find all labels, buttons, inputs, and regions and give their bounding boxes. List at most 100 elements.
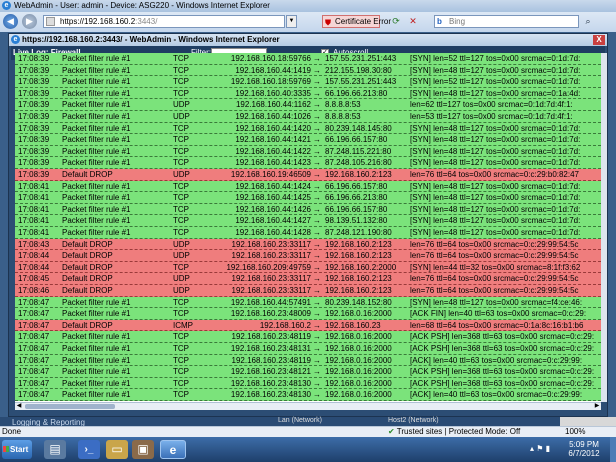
log-row-pass[interactable]: 17:08:39 Packet filter rule #1 TCP 192.168.… xyxy=(15,122,601,135)
log-row-pass[interactable]: 17:08:47 Packet filter rule #1 TCP 192.168.… xyxy=(15,354,601,367)
log-row-pass[interactable]: 17:08:41 Packet filter rule #1 TCP 192.168.… xyxy=(15,203,601,216)
log-cell-proto: UDP xyxy=(173,112,190,121)
arrow-icon: → xyxy=(313,135,321,145)
log-cell-info: [SYN] len=48 ttl=127 tos=0x00 srcmac=0:1… xyxy=(410,228,581,237)
log-cell-rule: Default DROP xyxy=(62,239,113,249)
log-cell-proto: UDP xyxy=(173,286,190,295)
vertical-scrollbar[interactable] xyxy=(601,53,607,402)
ie-logo-icon: e xyxy=(2,1,11,10)
log-row-pass[interactable]: 17:08:39 Packet filter rule #1 TCP 192.168.… xyxy=(15,134,601,146)
arrow-icon: → xyxy=(313,65,321,75)
log-row-drop[interactable]: 17:08:43 Default DROP UDP 192.168.160.23:33… xyxy=(15,238,601,251)
log-cell-rule: Default DROP xyxy=(62,274,113,284)
log-cell-info: len=76 ttl=64 tos=0x00 srcmac=0:c:29:b0:… xyxy=(410,170,580,179)
log-cell-dst: 192.168.160.2:123 xyxy=(325,251,392,261)
search-icon[interactable]: ⌕ xyxy=(581,15,595,28)
log-row-pass[interactable]: 17:08:39 Packet filter rule #1 TCP 192.168.… xyxy=(15,53,601,65)
horizontal-scrollbar[interactable]: ◀ ▶ xyxy=(15,402,601,410)
log-row-pass[interactable]: 17:08:41 Packet filter rule #1 TCP 192.168.… xyxy=(15,192,601,204)
internet-explorer-icon[interactable]: e xyxy=(160,440,186,459)
log-cell-time: 17:08:39 xyxy=(18,65,50,75)
scroll-left-icon[interactable]: ◀ xyxy=(15,403,23,410)
log-cell-rule: Packet filter rule #1 xyxy=(62,146,131,156)
stop-icon[interactable]: ✕ xyxy=(407,15,419,28)
log-cell-dst: 192.168.0.16:2000 xyxy=(325,378,392,388)
search-input[interactable]: b Bing xyxy=(434,15,579,28)
log-cell-src: 192.168.160.44:1421 xyxy=(235,135,311,145)
log-row-pass[interactable]: 17:08:39 Packet filter rule #1 TCP 192.168.… xyxy=(15,145,601,158)
log-row-pass[interactable]: 17:08:47 Packet filter rule #1 TCP 192.168.… xyxy=(15,343,601,355)
log-cell-proto: TCP xyxy=(173,297,189,307)
log-cell-info: [SYN] len=48 ttl=127 tos=0x00 srcmac=0:1… xyxy=(410,216,581,226)
app-icon[interactable]: ▣ xyxy=(132,440,154,459)
show-desktop-button[interactable] xyxy=(610,437,616,462)
log-row-drop[interactable]: 17:08:39 Default DROP UDP 192.168.160.19:46… xyxy=(15,169,601,181)
log-cell-time: 17:08:44 xyxy=(18,251,50,261)
zoom-level[interactable]: 100% xyxy=(565,427,585,437)
log-row-pass[interactable]: 17:08:41 Packet filter rule #1 TCP 192.168.… xyxy=(15,215,601,227)
log-cell-time: 17:08:47 xyxy=(18,367,50,377)
log-row-pass[interactable]: 17:08:39 Packet filter rule #1 TCP 192.168.… xyxy=(15,157,601,169)
log-cell-proto: TCP xyxy=(173,181,189,191)
back-arrow-icon[interactable]: ◀ xyxy=(3,14,18,29)
clock[interactable]: 5:09 PM 6/7/2012 xyxy=(562,440,606,458)
tray-icons[interactable]: ▴ ⚑ ▮ xyxy=(530,444,550,453)
log-cell-src: 192.168.160.23:48009 xyxy=(230,309,311,319)
bing-icon: b xyxy=(437,17,442,26)
log-cell-time: 17:08:39 xyxy=(18,135,50,145)
log-row-drop[interactable]: 17:08:45 Default DROP UDP 192.168.160.23:33… xyxy=(15,273,601,285)
log-cell-proto: TCP xyxy=(173,65,189,75)
log-cell-rule: Packet filter rule #1 xyxy=(62,332,131,342)
arrow-icon: → xyxy=(313,239,321,249)
log-cell-dst: 66.196.66.157:80 xyxy=(325,135,388,145)
log-cell-src: 192.168.160.23:48130 xyxy=(230,390,311,400)
shield-icon: ⛊ xyxy=(325,18,331,27)
scroll-thumb[interactable] xyxy=(25,404,115,409)
log-row-pass[interactable]: 17:08:39 Packet filter rule #1 TCP 192.168.… xyxy=(15,87,601,100)
log-row-pass[interactable]: 17:08:47 Packet filter rule #1 TCP 192.168.… xyxy=(15,308,601,320)
log-row-pass[interactable]: 17:08:39 Packet filter rule #1 UDP 192.168.… xyxy=(15,111,601,123)
log-row-pass[interactable]: 17:08:47 Packet filter rule #1 TCP 192.168.… xyxy=(15,366,601,378)
log-cell-info: [SYN] len=48 ttl=127 tos=0x00 srcmac=0:1… xyxy=(410,158,581,168)
forward-arrow-icon[interactable]: ▶ xyxy=(22,14,37,29)
close-button[interactable]: X xyxy=(593,35,605,45)
log-cell-proto: TCP xyxy=(173,378,189,388)
address-dropdown-button[interactable]: ▼ xyxy=(286,15,297,28)
log-row-drop[interactable]: 17:08:44 Default DROP UDP 192.168.160.23:33… xyxy=(15,250,601,262)
log-cell-time: 17:08:41 xyxy=(18,181,50,191)
log-row-pass[interactable]: 17:08:47 Packet filter rule #1 TCP 192.168.… xyxy=(15,296,601,309)
arrow-icon: → xyxy=(313,123,321,133)
log-row-pass[interactable]: 17:08:39 Packet filter rule #1 TCP 192.168.… xyxy=(15,64,601,77)
log-cell-proto: TCP xyxy=(173,158,189,168)
log-cell-time: 17:08:41 xyxy=(18,216,50,226)
log-cell-rule: Packet filter rule #1 xyxy=(62,297,131,307)
arrow-icon: → xyxy=(313,216,321,226)
log-row-pass[interactable]: 17:08:39 Packet filter rule #1 UDP 192.168.… xyxy=(15,99,601,111)
refresh-icon[interactable]: ⟳ xyxy=(390,15,402,28)
log-row-drop[interactable]: 17:08:47 Default DROP ICMP 192.168.160.2 → 19… xyxy=(15,319,601,332)
log-row-pass[interactable]: 17:08:47 Packet filter rule #1 TCP 192.168.… xyxy=(15,331,601,343)
folder-icon[interactable]: ▭ xyxy=(106,440,128,459)
log-cell-dst: 157.55.231.251:443 xyxy=(325,77,397,87)
log-row-drop[interactable]: 17:08:46 Default DROP UDP 192.168.160.23:33… xyxy=(15,285,601,297)
log-cell-proto: UDP xyxy=(173,239,190,249)
log-cell-src: 192.168.160.23:33117 xyxy=(231,239,311,249)
log-row-pass[interactable]: 17:08:41 Packet filter rule #1 TCP 192.168.… xyxy=(15,227,601,239)
start-button[interactable]: Start xyxy=(2,440,32,459)
arrow-icon: → xyxy=(313,204,321,214)
log-row-drop[interactable]: 17:08:44 Default DROP TCP 192.168.160.209:4… xyxy=(15,261,601,274)
log-cell-dst: 192.168.0.16:2000 xyxy=(325,390,392,400)
log-row-pass[interactable]: 17:08:47 Packet filter rule #1 TCP 192.168.… xyxy=(15,377,601,390)
server-manager-icon[interactable]: ▤ xyxy=(44,440,66,459)
ie-window-titlebar: e WebAdmin - User: admin - Device: ASG22… xyxy=(0,0,616,12)
arrow-icon: → xyxy=(313,286,321,295)
log-row-pass[interactable]: 17:08:39 Packet filter rule #1 TCP 192.168.… xyxy=(15,76,601,88)
address-bar[interactable]: https://192.168.160.2:3443/ xyxy=(43,15,285,28)
log-cell-proto: TCP xyxy=(173,146,189,156)
log-row-pass[interactable]: 17:08:47 Packet filter rule #1 TCP 192.168.… xyxy=(15,389,601,401)
powershell-icon[interactable]: ›_ xyxy=(78,440,100,459)
log-row-pass[interactable]: 17:08:41 Packet filter rule #1 TCP 192.168.… xyxy=(15,180,601,193)
certificate-error-button[interactable]: ⛊ Certificate Error xyxy=(322,15,391,28)
scroll-right-icon[interactable]: ▶ xyxy=(593,403,601,410)
log-cell-time: 17:08:44 xyxy=(18,262,50,272)
